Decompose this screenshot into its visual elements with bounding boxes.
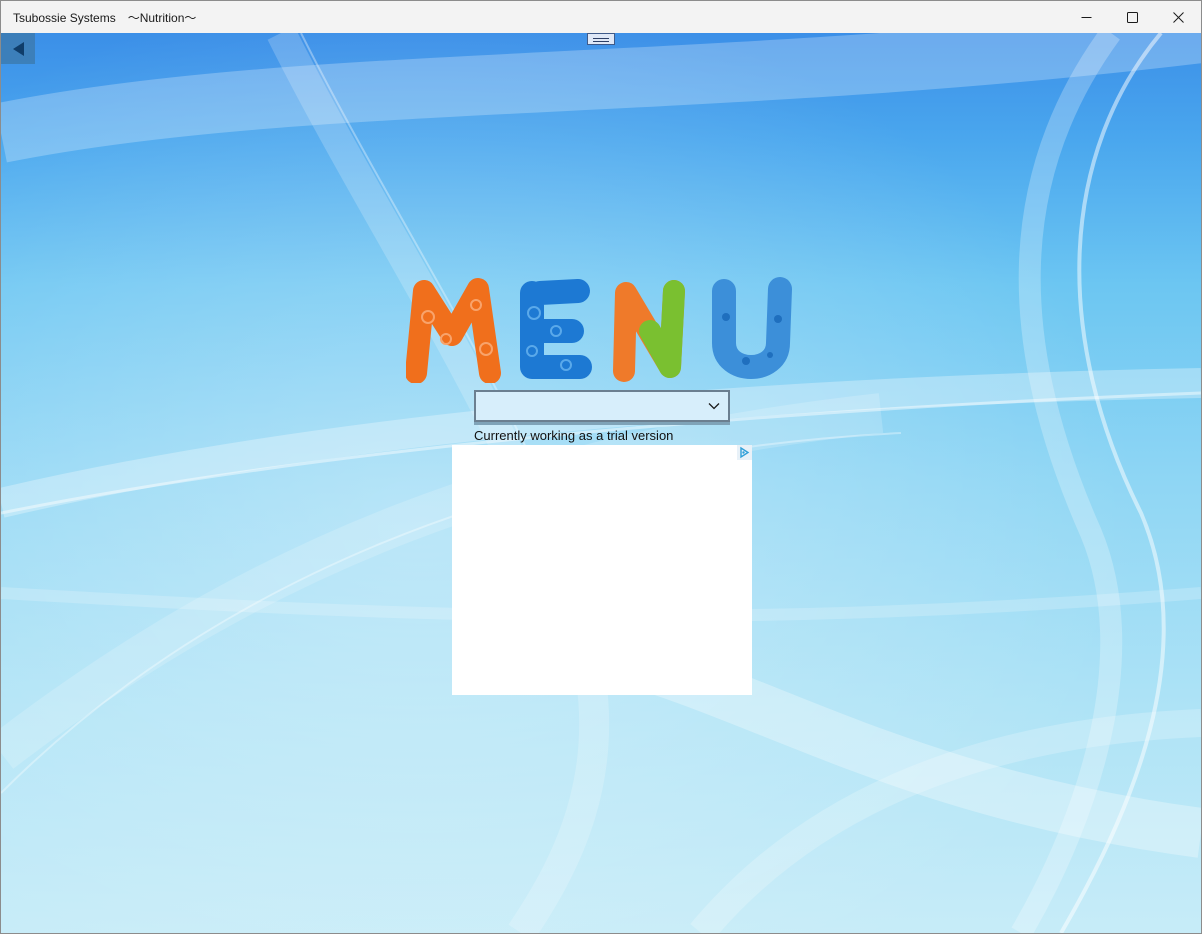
menu-select-underline <box>474 422 730 425</box>
window-controls <box>1063 1 1201 33</box>
menu-logo <box>406 277 792 383</box>
maximize-icon <box>1127 12 1138 23</box>
drag-handle[interactable] <box>587 33 615 45</box>
menu-select[interactable] <box>474 390 730 422</box>
maximize-button[interactable] <box>1109 1 1155 33</box>
title-bar[interactable]: Tsubossie Systems 〜Nutrition〜 <box>1 1 1201 33</box>
minimize-button[interactable] <box>1063 1 1109 33</box>
trial-status-text: Currently working as a trial version <box>474 428 674 443</box>
ad-choices-button[interactable] <box>737 445 752 460</box>
chevron-down-icon <box>708 403 720 410</box>
minimize-icon <box>1081 17 1092 18</box>
close-button[interactable] <box>1155 1 1201 33</box>
close-icon <box>1173 12 1184 23</box>
drag-handle-icon <box>593 38 609 39</box>
ad-choices-icon <box>740 446 750 459</box>
ad-banner[interactable] <box>452 445 752 695</box>
window-title: Tsubossie Systems 〜Nutrition〜 <box>13 10 197 25</box>
app-window: Tsubossie Systems 〜Nutrition〜 Currently … <box>0 0 1202 934</box>
back-button[interactable] <box>1 33 35 64</box>
main-content: Currently working as a trial version <box>1 33 1201 933</box>
back-arrow-icon <box>13 42 24 56</box>
drag-handle-icon <box>593 41 609 42</box>
